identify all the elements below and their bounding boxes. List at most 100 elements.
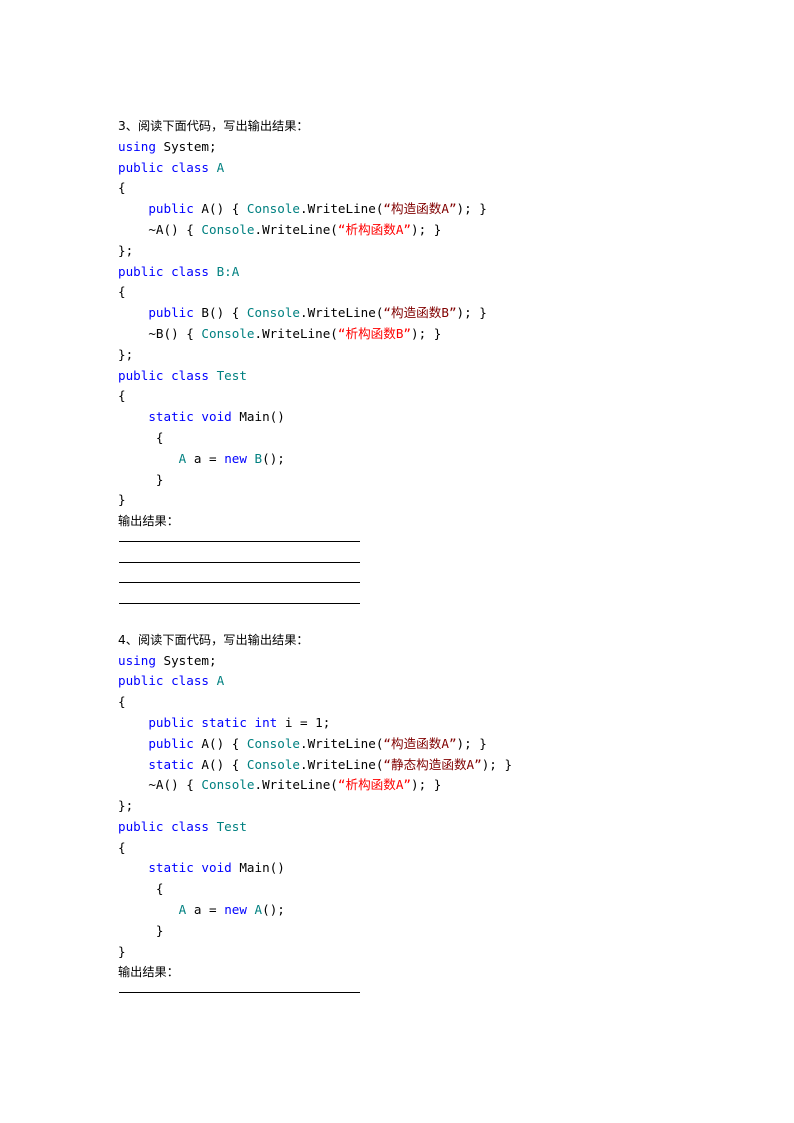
- questions-container: 3、阅读下面代码，写出输出结果： using System; public clas…: [118, 116, 718, 994]
- code-token-keyword: public class: [118, 367, 217, 383]
- code-token-type: A: [216, 159, 225, 175]
- code-token-type: Console: [201, 777, 255, 793]
- code-token-string: “构造函数B”: [383, 305, 457, 321]
- code-line: public A() { Console.WriteLine(“构造函数A”);…: [118, 199, 718, 220]
- code-token-plain: ~A() {: [118, 777, 202, 793]
- code-line: using System;: [118, 137, 718, 158]
- code-token-plain: {: [118, 284, 126, 300]
- code-token-plain: ();: [262, 902, 285, 918]
- code-token-keyword: public class: [118, 673, 217, 689]
- code-token-plain: };: [118, 346, 134, 362]
- code-line: }: [118, 490, 718, 511]
- code-token-plain: ); }: [481, 756, 513, 772]
- code-line: {: [118, 178, 718, 199]
- code-token-plain: A() {: [193, 756, 247, 772]
- code-token-plain: System;: [155, 652, 217, 668]
- code-token-plain: ); }: [456, 305, 487, 321]
- question-block: 4、阅读下面代码，写出输出结果： using System; public clas…: [118, 630, 718, 994]
- code-line: public class Test: [118, 366, 718, 387]
- code-token-keyword: public class: [118, 159, 217, 175]
- code-token-keyword: public: [148, 201, 194, 217]
- code-token-plain: ); }: [411, 325, 442, 341]
- code-line: {: [118, 692, 718, 713]
- code-line: {: [118, 879, 718, 900]
- code-token-string: “静态构造函数A”: [383, 756, 482, 772]
- code-token-keyword: public class: [118, 818, 217, 834]
- code-line: A a = new B();: [118, 449, 718, 470]
- code-token-plain: ~B() {: [118, 325, 202, 341]
- code-token-plain: A() {: [193, 735, 247, 751]
- code-line: }: [118, 470, 718, 491]
- code-token-plain: Main(): [231, 409, 285, 425]
- code-line: public class B:A: [118, 262, 718, 283]
- document-page: 3、阅读下面代码，写出输出结果： using System; public clas…: [0, 0, 794, 1123]
- code-token-plain: a =: [186, 902, 225, 918]
- code-token-plain: };: [118, 798, 134, 814]
- code-token-plain: {: [118, 839, 126, 855]
- code-token-plain: .WriteLine(: [300, 735, 384, 751]
- code-line: public B() { Console.WriteLine(“构造函数B”);…: [118, 303, 718, 324]
- code-token-plain: .WriteLine(: [300, 756, 384, 772]
- code-token-plain: i = 1;: [277, 714, 331, 730]
- code-token-plain: }: [118, 943, 126, 959]
- code-token-plain: .WriteLine(: [254, 221, 338, 237]
- code-token-plain: ~A() {: [118, 221, 202, 237]
- code-token-plain: {: [118, 388, 126, 404]
- code-token-string: “构造函数A”: [383, 735, 457, 751]
- code-line: {: [118, 386, 718, 407]
- code-token-plain: ); }: [456, 735, 487, 751]
- code-token-keyword: public static int: [148, 714, 278, 730]
- code-token-plain: .WriteLine(: [300, 201, 384, 217]
- code-token-plain: }: [118, 471, 164, 487]
- answer-lines-group: [118, 540, 718, 604]
- code-line: public class A: [118, 158, 718, 179]
- output-result-label: 输出结果：: [118, 965, 179, 980]
- code-token-type: B: [254, 450, 263, 466]
- code-token-plain: }: [118, 922, 164, 938]
- code-line: {: [118, 428, 718, 449]
- code-token-type: A: [254, 902, 263, 918]
- code-token-string: “构造函数A”: [383, 201, 457, 217]
- code-token-plain: }: [118, 492, 126, 508]
- code-token-keyword: public: [148, 305, 194, 321]
- code-token-type: B:A: [216, 263, 240, 279]
- code-token-type: Console: [246, 305, 300, 321]
- code-line: static void Main(): [118, 407, 718, 428]
- code-token-keyword: using: [118, 138, 156, 154]
- code-token-type: Console: [201, 221, 255, 237]
- answer-blank-line[interactable]: [119, 561, 360, 563]
- code-token-plain: ();: [262, 450, 285, 466]
- code-token-string: “析构函数A”: [337, 221, 412, 237]
- code-token-type: Test: [216, 818, 247, 834]
- code-token-string: “析构函数A”: [337, 777, 412, 793]
- code-token-plain: {: [118, 694, 126, 710]
- answer-blank-line[interactable]: [119, 540, 360, 542]
- code-listing: using System; public class A{ public A() …: [118, 137, 718, 511]
- document-content: 3、阅读下面代码，写出输出结果： using System; public clas…: [118, 116, 718, 994]
- code-token-plain: {: [118, 881, 164, 897]
- code-token-type: Console: [246, 201, 300, 217]
- code-token-plain: ); }: [456, 201, 487, 217]
- code-token-keyword: using: [118, 652, 156, 668]
- code-line: }: [118, 942, 718, 963]
- question-spacer: [118, 604, 718, 630]
- code-line: };: [118, 241, 718, 262]
- answer-blank-line[interactable]: [119, 582, 360, 584]
- code-token-plain: {: [118, 429, 164, 445]
- code-token-keyword: static: [148, 756, 194, 772]
- code-token-plain: ); }: [411, 221, 442, 237]
- code-line: {: [118, 282, 718, 303]
- code-token-plain: .WriteLine(: [300, 305, 384, 321]
- code-line: ~B() { Console.WriteLine(“析构函数B”); }: [118, 324, 718, 345]
- code-line: {: [118, 838, 718, 859]
- answer-blank-line[interactable]: [119, 992, 360, 994]
